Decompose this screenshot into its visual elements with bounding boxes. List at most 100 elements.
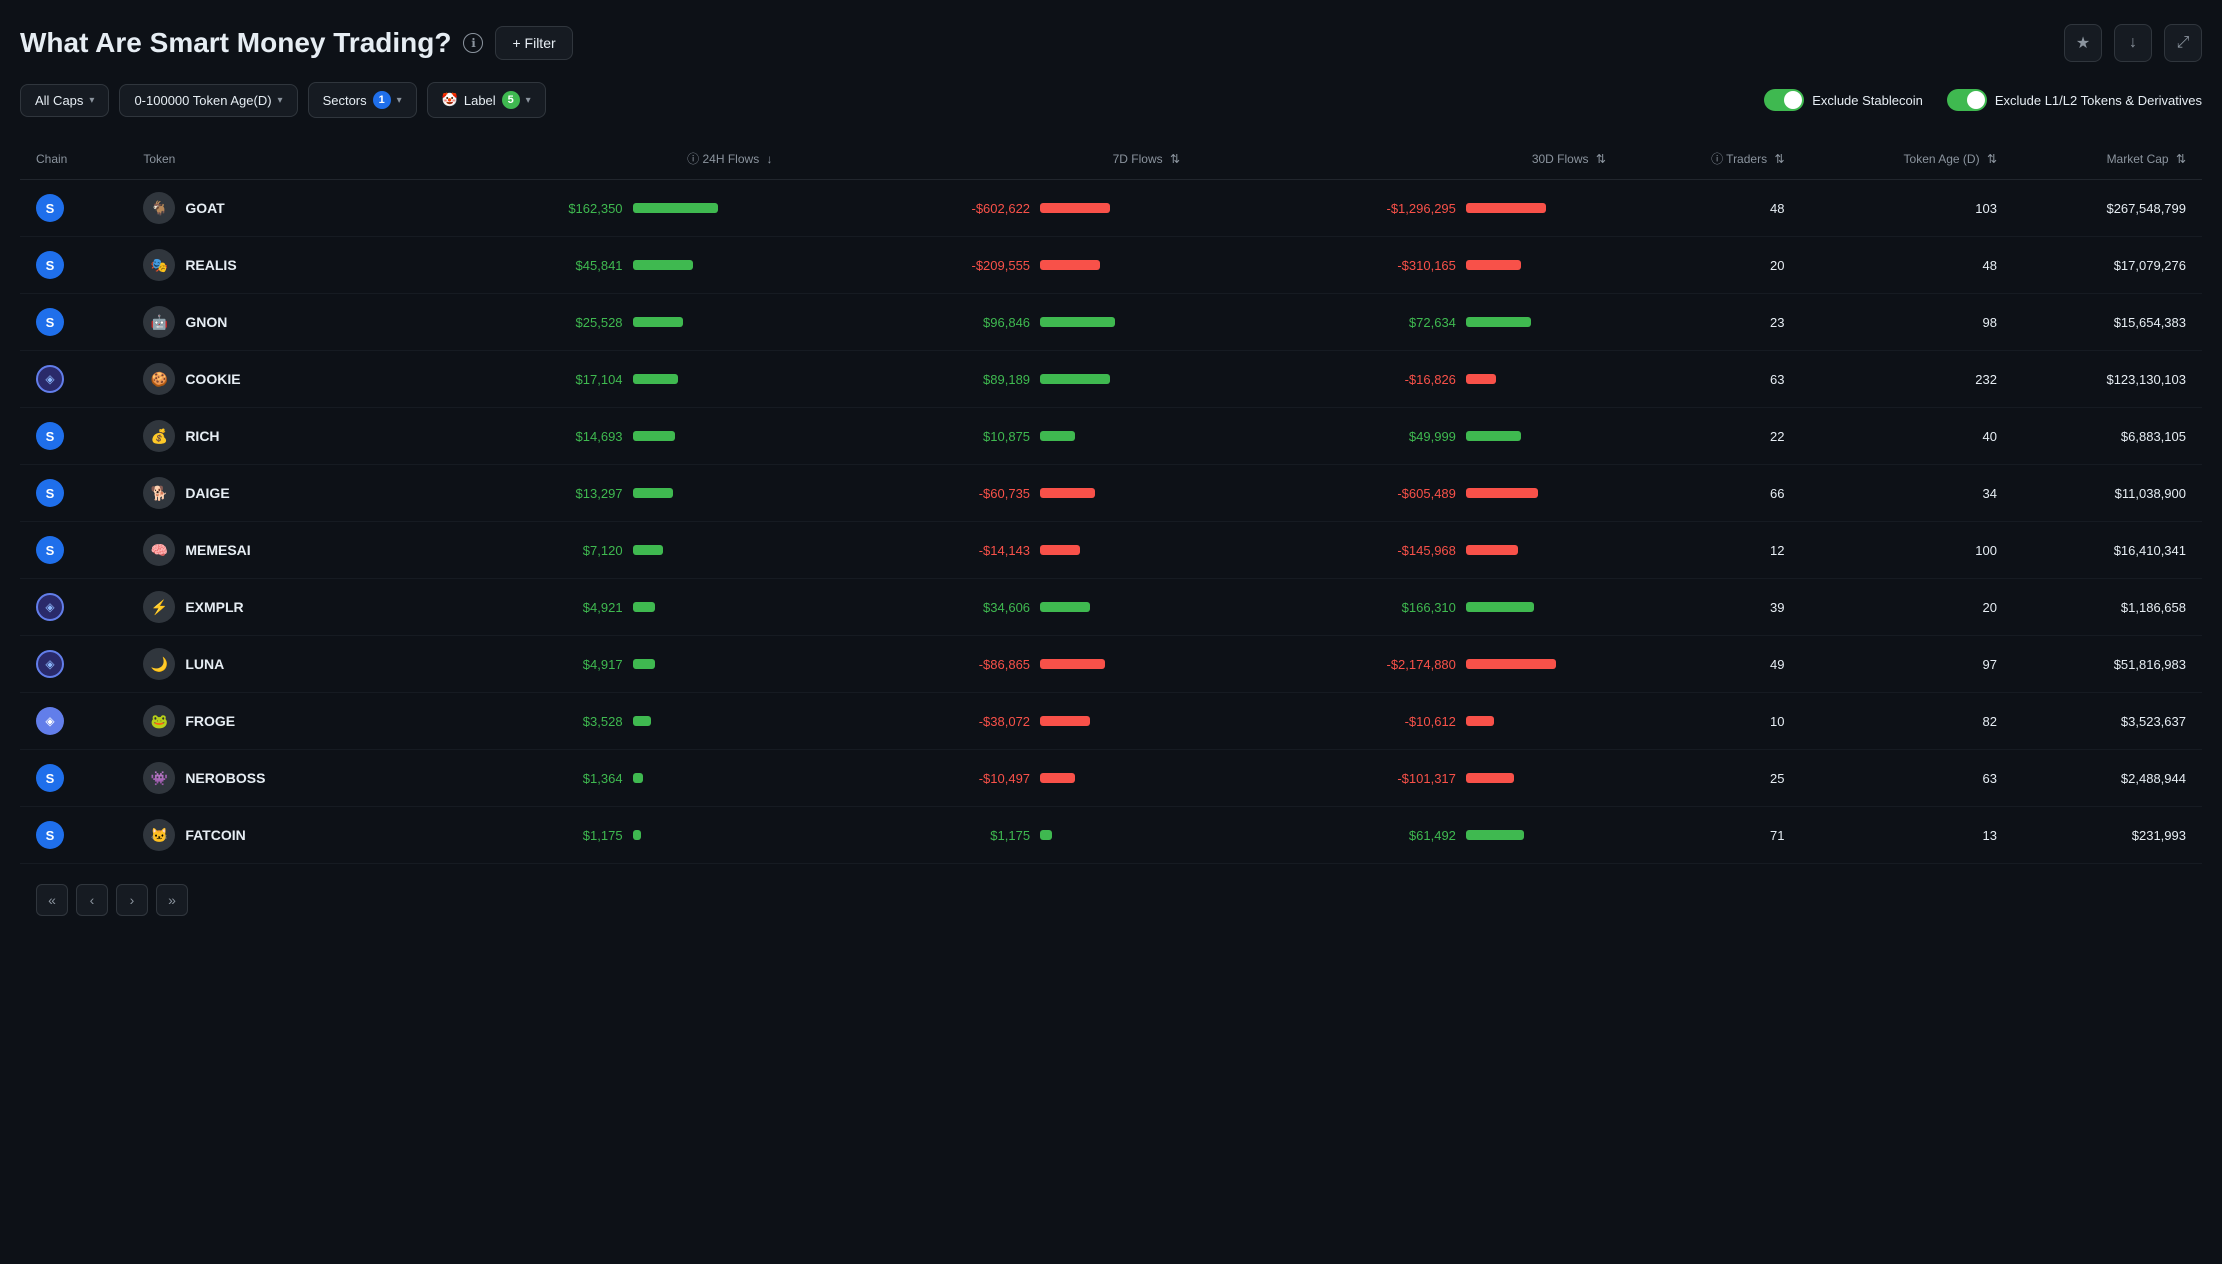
traders-cell: 23 [1622,294,1801,351]
token-avatar: 🐸 [143,705,175,737]
col-market-cap[interactable]: Market Cap ⇅ [2013,138,2202,180]
col-chain: Chain [20,138,127,180]
col-traders[interactable]: ⓘ Traders ⇅ [1622,138,1801,180]
market-cap-value: $6,883,105 [2121,429,2186,444]
flow-30d-cell: $61,492 [1196,807,1622,864]
star-button[interactable]: ★ [2064,24,2102,62]
table-row[interactable]: S 💰 RICH $14,693 $10,875 [20,408,2202,465]
flow-bar [633,602,773,612]
table-row[interactable]: ◈ 🐸 FROGE $3,528 -$38,072 [20,693,2202,750]
flow-24h-cell: $14,693 [388,408,788,465]
token-age-value: 100 [1975,543,1997,558]
expand-button[interactable]: ⤢ [2164,24,2202,62]
token-age-dropdown[interactable]: 0-100000 Token Age(D) ▾ [119,84,297,117]
token-age-cell: 97 [1801,636,2014,693]
flow-7d-value: $10,875 [983,429,1030,444]
info-icon[interactable]: ℹ [463,33,483,53]
next-page-icon: › [130,892,135,908]
flow-7d-value: -$209,555 [971,258,1030,273]
table-row[interactable]: ◈ ⚡ EXMPLR $4,921 $34,606 [20,579,2202,636]
pagination: « ‹ › » [20,884,2202,916]
flow-30d-cell: -$145,968 [1196,522,1622,579]
flow-bar [1466,260,1606,270]
table-row[interactable]: S 🐐 GOAT $162,350 -$602,622 [20,180,2202,237]
market-cap-value: $2,488,944 [2121,771,2186,786]
traders-value: 49 [1770,657,1784,672]
market-cap-value: $267,548,799 [2106,201,2186,216]
table-row[interactable]: ◈ 🍪 COOKIE $17,104 $89,189 [20,351,2202,408]
col-7d-flows[interactable]: 7D Flows ⇅ [789,138,1197,180]
flow-bar [1466,431,1606,441]
sort-icon: ⇅ [1170,152,1180,166]
table-row[interactable]: S 🐱 FATCOIN $1,175 $1,175 [20,807,2202,864]
token-cell: 🐕 DAIGE [127,465,388,522]
flow-30d-value: -$145,968 [1397,543,1456,558]
flow-24h-cell: $13,297 [388,465,788,522]
chevron-down-icon: ▾ [89,95,94,106]
table-row[interactable]: S 🤖 GNON $25,528 $96,846 [20,294,2202,351]
prev-page-icon: ‹ [90,892,95,908]
table-row[interactable]: S 👾 NEROBOSS $1,364 -$10,497 [20,750,2202,807]
last-page-button[interactable]: » [156,884,188,916]
table-row[interactable]: S 🐕 DAIGE $13,297 -$60,735 [20,465,2202,522]
col-30d-flows[interactable]: 30D Flows ⇅ [1196,138,1622,180]
sort-icon: ⇅ [1987,152,1997,166]
flow-7d-value: -$10,497 [979,771,1030,786]
flow-7d-cell: $34,606 [789,579,1197,636]
col-token: Token [127,138,388,180]
flow-bar [1466,545,1606,555]
flow-bar [633,773,773,783]
col-24h-flows[interactable]: ⓘ 24H Flows ↓ [388,138,788,180]
market-cap-value: $11,038,900 [2115,486,2186,501]
token-age-cell: 40 [1801,408,2014,465]
token-age-cell: 20 [1801,579,2014,636]
token-avatar: 🍪 [143,363,175,395]
token-age-cell: 82 [1801,693,2014,750]
traders-value: 20 [1770,258,1784,273]
exclude-stablecoin-switch[interactable] [1764,89,1804,111]
exclude-l1l2-switch[interactable] [1947,89,1987,111]
chevron-down-icon: ▾ [397,95,402,106]
token-cell: 🐱 FATCOIN [127,807,388,864]
token-name: GNON [185,314,227,330]
filter-button[interactable]: + Filter [495,26,572,60]
first-page-button[interactable]: « [36,884,68,916]
token-avatar: 🐱 [143,819,175,851]
flow-7d-cell: $96,846 [789,294,1197,351]
exclude-l1l2-toggle[interactable]: Exclude L1/L2 Tokens & Derivatives [1947,89,2202,111]
exclude-stablecoin-toggle[interactable]: Exclude Stablecoin [1764,89,1923,111]
table-row[interactable]: S 🎭 REALIS $45,841 -$209,555 [20,237,2202,294]
token-name: EXMPLR [185,599,243,615]
token-age-value: 103 [1975,201,1997,216]
sort-icon: ⇅ [2176,152,2186,166]
market-cap-cell: $51,816,983 [2013,636,2202,693]
flow-24h-value: $3,528 [583,714,623,729]
label-badge: 5 [502,91,520,109]
flow-24h-value: $17,104 [576,372,623,387]
main-table: Chain Token ⓘ 24H Flows ↓ 7D Flows ⇅ 30D… [20,138,2202,864]
flow-bar [1040,431,1180,441]
traders-cell: 66 [1622,465,1801,522]
caps-dropdown[interactable]: All Caps ▾ [20,84,109,117]
download-button[interactable]: ↓ [2114,24,2152,62]
flow-bar [1040,716,1180,726]
token-cell: 🤖 GNON [127,294,388,351]
flow-bar [1040,488,1180,498]
flow-24h-value: $45,841 [576,258,623,273]
prev-page-button[interactable]: ‹ [76,884,108,916]
flow-bar [633,545,773,555]
flow-bar [1040,374,1180,384]
token-avatar: ⚡ [143,591,175,623]
flow-24h-value: $13,297 [576,486,623,501]
market-cap-cell: $11,038,900 [2013,465,2202,522]
traders-cell: 39 [1622,579,1801,636]
market-cap-cell: $267,548,799 [2013,180,2202,237]
sectors-dropdown[interactable]: Sectors 1 ▾ [308,82,417,118]
table-row[interactable]: S 🧠 MEMESAI $7,120 -$14,143 [20,522,2202,579]
col-token-age[interactable]: Token Age (D) ⇅ [1801,138,2014,180]
label-dropdown[interactable]: 🤡 Label 5 ▾ [427,82,546,118]
next-page-button[interactable]: › [116,884,148,916]
token-age-cell: 100 [1801,522,2014,579]
token-age-cell: 63 [1801,750,2014,807]
table-row[interactable]: ◈ 🌙 LUNA $4,917 -$86,865 [20,636,2202,693]
